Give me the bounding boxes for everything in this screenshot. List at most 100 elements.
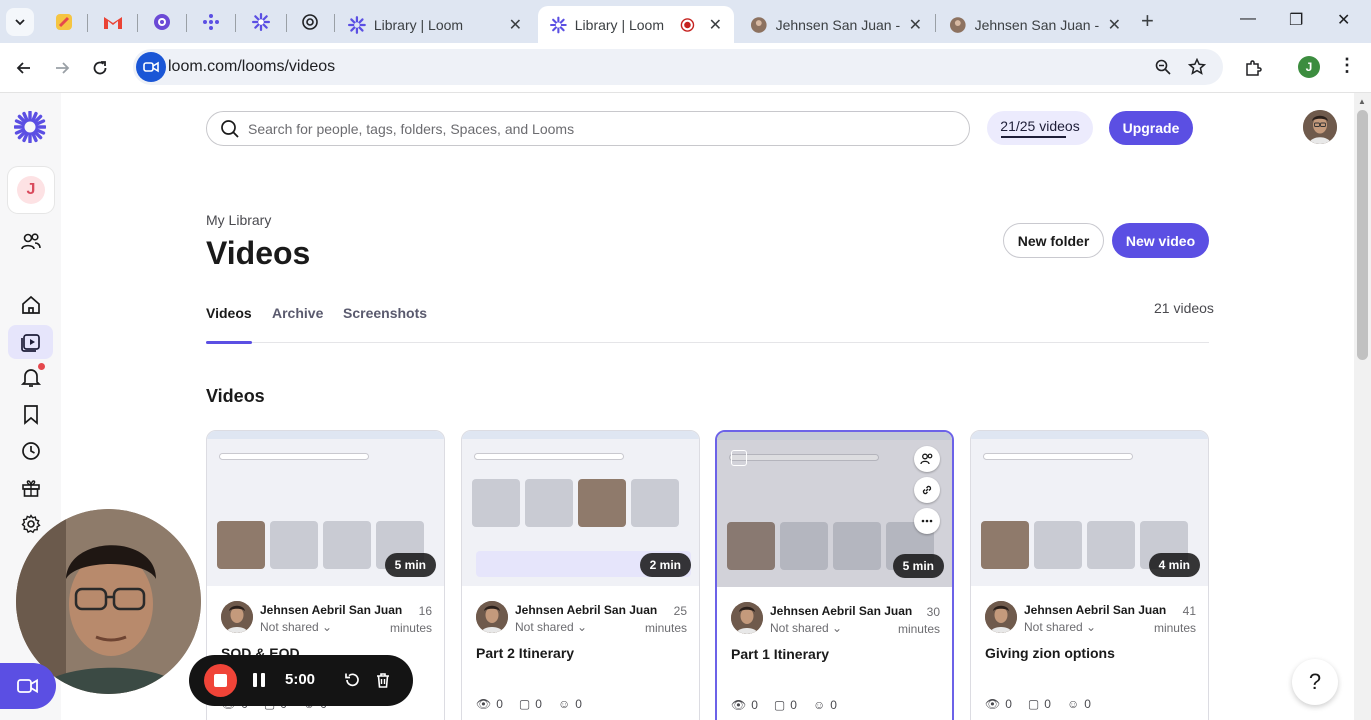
profile-favicon-icon (750, 16, 767, 33)
tab-archive[interactable]: Archive (272, 305, 323, 343)
reload-button[interactable] (87, 55, 113, 81)
sharing-status[interactable]: Not shared ⌄ (770, 621, 842, 635)
delete-recording-button[interactable] (372, 669, 394, 691)
tab-title: Library | Loom (373, 16, 464, 33)
team-members-button[interactable] (14, 225, 48, 259)
new-video-button[interactable]: New video (1112, 223, 1209, 258)
tab-search-button[interactable] (6, 8, 34, 36)
restart-icon (345, 673, 359, 687)
video-title[interactable]: Giving zion options (985, 645, 1115, 661)
pinned-tab-gmail[interactable] (100, 9, 126, 35)
duration-badge: 4 min (1148, 553, 1200, 577)
page-scrollbar[interactable]: ▲ (1354, 93, 1371, 720)
site-info-icon[interactable] (136, 52, 166, 82)
video-stats: 👁 0 ▢ 0 ☺ 0 (476, 697, 582, 711)
gift-nav-button[interactable] (14, 471, 48, 505)
pinned-tab-3[interactable] (149, 9, 175, 35)
browser-toolbar: loom.com/looms/videos J ⋮ (0, 43, 1371, 93)
bookmarks-nav-button[interactable] (14, 397, 48, 431)
search-input[interactable] (248, 112, 948, 145)
zoom-icon[interactable] (1153, 57, 1173, 77)
owner-name[interactable]: Jehnsen Aebril San Juan (770, 604, 912, 618)
loom-icon (550, 16, 567, 33)
select-checkbox[interactable] (731, 450, 747, 466)
sharing-status[interactable]: Not shared ⌄ (1024, 620, 1096, 634)
video-card[interactable]: 2 min Jehnsen Aebril San Juan 25 minutes… (461, 430, 700, 720)
owner-name[interactable]: Jehnsen Aebril San Juan (260, 603, 402, 617)
video-thumbnail[interactable]: 4 min (971, 431, 1208, 586)
pinned-tab-1[interactable] (51, 9, 77, 35)
stop-recording-button[interactable] (204, 664, 237, 697)
tab-jehnsen-1[interactable]: Jehnsen San Juan - At ✕ (738, 6, 934, 43)
address-bar[interactable]: loom.com/looms/videos (133, 49, 1223, 85)
arrow-right-icon (56, 62, 70, 74)
close-tab-icon[interactable]: ✕ (509, 15, 522, 35)
notifications-nav-button[interactable] (14, 360, 48, 394)
tab-videos[interactable]: Videos (206, 305, 252, 344)
chevron-down-icon: ⌄ (577, 620, 588, 634)
workspace-switcher[interactable]: J (8, 167, 54, 213)
back-button[interactable] (11, 55, 37, 81)
camera-toggle-button[interactable] (0, 663, 56, 709)
copy-link-button[interactable] (914, 477, 940, 503)
restore-button[interactable]: ❐ (1289, 10, 1303, 30)
tab-library-loom-2[interactable]: Library | Loom ✕ (538, 6, 734, 43)
sharing-status[interactable]: Not shared ⌄ (260, 620, 332, 634)
video-quota-pill[interactable]: 21/25 videos (987, 111, 1093, 145)
tab-library-loom-1[interactable]: Library | Loom ✕ (336, 6, 534, 43)
pinned-tab-4[interactable] (198, 9, 224, 35)
video-thumbnail[interactable]: 2 min (462, 431, 699, 586)
page-title: Videos (206, 235, 311, 271)
tab-title: Library | Loom (574, 16, 664, 33)
reaction-icon: ☺ (812, 698, 826, 712)
video-thumbnail[interactable]: 5 min (207, 431, 444, 586)
new-folder-button[interactable]: New folder (1003, 223, 1104, 258)
extensions-button[interactable] (1240, 55, 1266, 81)
close-window-button[interactable]: ✕ (1337, 10, 1350, 30)
minimize-button[interactable]: — (1240, 10, 1256, 28)
close-tab-icon[interactable]: ✕ (909, 15, 922, 35)
loom-logo[interactable] (13, 110, 47, 144)
comment-icon: ▢ (518, 697, 531, 711)
user-avatar[interactable] (1303, 110, 1337, 144)
global-search[interactable] (206, 111, 970, 146)
eye-icon: 👁 (985, 697, 1001, 711)
recording-controls: 5:00 (189, 655, 413, 706)
pinned-tab-loom[interactable] (248, 9, 274, 35)
users-icon (920, 453, 933, 465)
pinned-tab-chatgpt[interactable] (297, 9, 323, 35)
close-tab-icon[interactable]: ✕ (709, 15, 722, 35)
browser-profile-avatar[interactable]: J (1298, 56, 1320, 78)
forward-button[interactable] (49, 55, 75, 81)
upgrade-button[interactable]: Upgrade (1109, 111, 1193, 145)
video-card[interactable]: 4 min Jehnsen Aebril San Juan 41 minutes… (970, 430, 1209, 720)
video-title[interactable]: Part 2 Itinerary (476, 645, 574, 661)
help-button[interactable]: ? (1292, 659, 1338, 705)
owner-avatar (731, 602, 763, 634)
video-thumbnail[interactable]: 5 min (717, 432, 952, 587)
owner-name[interactable]: Jehnsen Aebril San Juan (515, 603, 657, 617)
browser-menu-icon[interactable]: ⋮ (1338, 55, 1356, 76)
pause-icon (253, 673, 257, 687)
reaction-icon: ☺ (1066, 697, 1080, 711)
share-users-button[interactable] (914, 446, 940, 472)
bookmark-star-icon[interactable] (1187, 57, 1207, 77)
puzzle-icon (1246, 60, 1262, 76)
pause-recording-button[interactable] (250, 670, 268, 690)
close-tab-icon[interactable]: ✕ (1108, 15, 1121, 35)
home-nav-button[interactable] (14, 288, 48, 322)
more-options-button[interactable] (914, 508, 940, 534)
video-card[interactable]: 5 min Jehnsen Aebril San Juan 30 minutes… (715, 430, 954, 720)
video-title[interactable]: Part 1 Itinerary (731, 646, 829, 662)
scroll-up-arrow-icon[interactable]: ▲ (1358, 97, 1366, 106)
tab-jehnsen-2[interactable]: Jehnsen San Juan - At ✕ (937, 6, 1133, 43)
history-nav-button[interactable] (14, 434, 48, 468)
library-nav-button[interactable] (8, 325, 53, 359)
tab-screenshots[interactable]: Screenshots (343, 305, 427, 343)
new-tab-button[interactable]: + (1141, 10, 1154, 32)
restart-recording-button[interactable] (341, 669, 363, 691)
owner-name[interactable]: Jehnsen Aebril San Juan (1024, 603, 1166, 617)
scrollbar-thumb[interactable] (1357, 110, 1368, 360)
breadcrumb[interactable]: My Library (206, 212, 271, 228)
sharing-status[interactable]: Not shared ⌄ (515, 620, 587, 634)
